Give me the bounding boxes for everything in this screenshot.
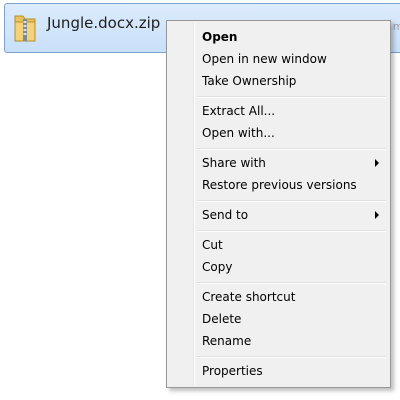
menu-item-restore-previous-versions[interactable]: Restore previous versions bbox=[170, 174, 387, 196]
menu-item-label: Open bbox=[202, 30, 238, 44]
menu-separator bbox=[197, 96, 386, 98]
menu-separator bbox=[197, 148, 386, 150]
menu-item-rename[interactable]: Rename bbox=[170, 330, 387, 352]
menu-item-label: Properties bbox=[202, 364, 263, 378]
menu-item-open-in-new-window[interactable]: Open in new window bbox=[170, 48, 387, 70]
menu-separator bbox=[197, 200, 386, 202]
menu-item-label: Delete bbox=[202, 312, 242, 326]
menu-item-label: Restore previous versions bbox=[202, 178, 357, 192]
menu-item-label: Take Ownership bbox=[202, 74, 297, 88]
file-name[interactable]: Jungle.docx.zip bbox=[47, 14, 160, 32]
menu-item-share-with[interactable]: Share with bbox=[170, 152, 387, 174]
menu-item-extract-all[interactable]: Extract All... bbox=[170, 100, 387, 122]
menu-item-label: Extract All... bbox=[202, 104, 276, 118]
menu-item-label: Create shortcut bbox=[202, 290, 296, 304]
menu-separator bbox=[197, 230, 386, 232]
menu-item-cut[interactable]: Cut bbox=[170, 234, 387, 256]
menu-item-take-ownership[interactable]: Take Ownership bbox=[170, 70, 387, 92]
menu-item-send-to[interactable]: Send to bbox=[170, 204, 387, 226]
menu-item-label: Cut bbox=[202, 238, 223, 252]
menu-item-label: Open in new window bbox=[202, 52, 327, 66]
menu-item-open[interactable]: Open bbox=[170, 26, 387, 48]
context-menu: Open Open in new window Take Ownership E… bbox=[166, 20, 391, 388]
zip-folder-icon bbox=[14, 15, 36, 42]
menu-item-label: Share with bbox=[202, 156, 266, 170]
menu-item-label: Copy bbox=[202, 260, 233, 274]
submenu-arrow-icon bbox=[375, 159, 379, 167]
menu-item-delete[interactable]: Delete bbox=[170, 308, 387, 330]
menu-item-label: Open with... bbox=[202, 126, 275, 140]
menu-item-label: Send to bbox=[202, 208, 249, 222]
menu-item-create-shortcut[interactable]: Create shortcut bbox=[170, 286, 387, 308]
menu-item-copy[interactable]: Copy bbox=[170, 256, 387, 278]
menu-item-open-with[interactable]: Open with... bbox=[170, 122, 387, 144]
menu-item-properties[interactable]: Properties bbox=[170, 360, 387, 382]
menu-separator bbox=[197, 282, 386, 284]
submenu-arrow-icon bbox=[375, 211, 379, 219]
menu-item-label: Rename bbox=[202, 334, 252, 348]
menu-separator bbox=[197, 356, 386, 358]
